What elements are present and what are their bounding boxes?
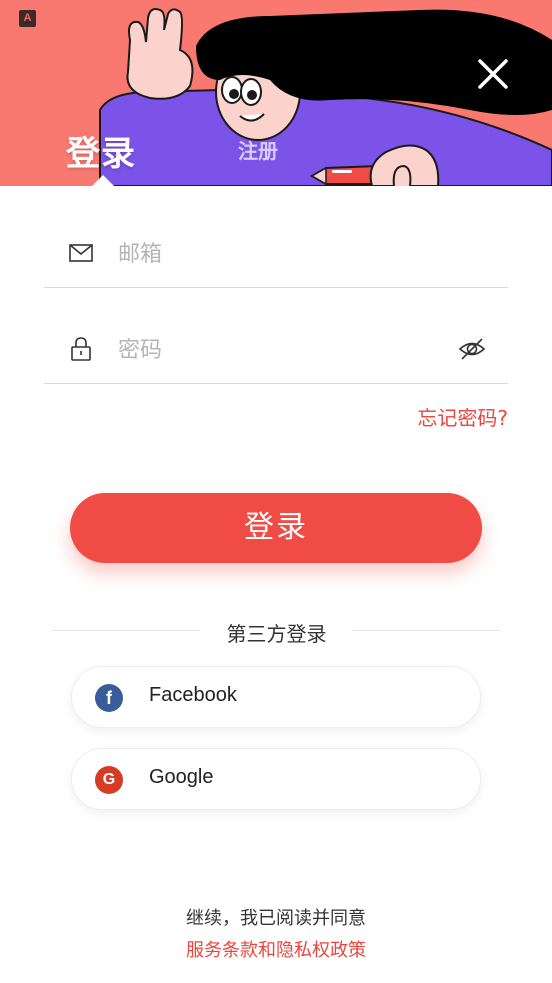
google-login-button[interactable]: G Google (71, 748, 481, 810)
login-button[interactable]: 登录 (70, 493, 482, 563)
third-party-login-title: 第三方登录 (226, 622, 327, 646)
password-field (44, 288, 508, 384)
lock-icon (71, 337, 91, 361)
terms-privacy-link[interactable]: 服务条款和隐私权政策 (0, 936, 552, 962)
mail-icon (69, 244, 93, 262)
facebook-login-button[interactable]: f Facebook (71, 666, 481, 728)
google-label: Google (149, 766, 214, 788)
active-tab-indicator (92, 175, 114, 186)
divider-right (353, 630, 500, 631)
email-input[interactable] (118, 236, 438, 272)
close-button[interactable] (474, 55, 512, 93)
tab-register[interactable]: 注册 (238, 135, 278, 164)
password-input[interactable] (118, 332, 438, 368)
divider-left (52, 630, 200, 631)
password-visibility-toggle[interactable] (458, 336, 486, 362)
header-banner: A 登录 注册 (0, 0, 552, 186)
app-logo: A (19, 10, 36, 27)
forgot-password-link[interactable]: 忘记密码? (417, 402, 508, 431)
eye-off-icon (458, 338, 486, 360)
facebook-label: Facebook (149, 684, 237, 706)
close-icon (478, 59, 508, 89)
email-field (44, 192, 508, 288)
agree-text: 继续，我已阅读并同意 (186, 908, 366, 929)
facebook-icon: f (95, 684, 123, 712)
tab-login[interactable]: 登录 (66, 126, 136, 175)
google-icon: G (95, 766, 123, 794)
